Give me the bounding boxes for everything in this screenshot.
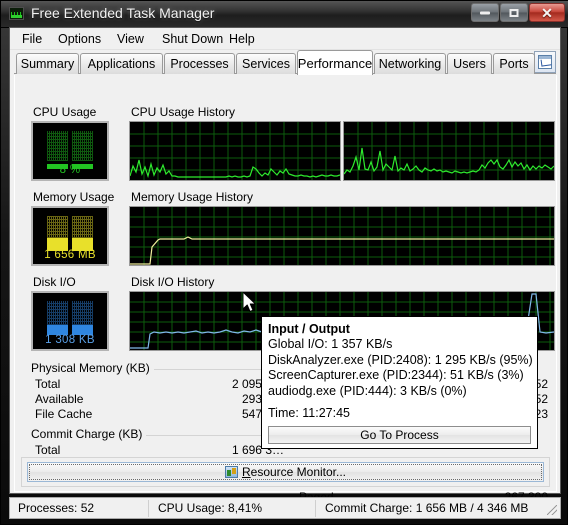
close-icon: ✕ (541, 4, 553, 21)
menu-options[interactable]: Options (54, 31, 105, 47)
tooltip-time: Time: 11:27:45 (268, 406, 350, 420)
memory-history-graph (129, 206, 555, 266)
tooltip-line-process-2: ScreenCapturer.exe (PID:2344): 51 KB/s (… (268, 368, 524, 382)
status-processes: Processes: 52 (18, 501, 95, 515)
tooltip-line-process-1: DiskAnalyzer.exe (PID:2408): 1 295 KB/s … (268, 352, 533, 367)
tab-summary[interactable]: Summary (16, 53, 79, 74)
title-bar: Free Extended Task Manager ✕ (1, 1, 568, 28)
physical-memory-row-available: Available 293 4… (31, 392, 286, 407)
status-bar: Processes: 52 CPU Usage: 8,41% Commit Ch… (9, 497, 561, 519)
tab-networking[interactable]: Networking (374, 53, 446, 74)
disk-io-value: 1 308 KB (45, 334, 95, 346)
memory-usage-gauge: 1 656 MB (31, 206, 109, 266)
window-controls: ✕ (470, 3, 565, 23)
memory-usage-label: Memory Usage (33, 190, 115, 204)
menu-view[interactable]: View (113, 31, 148, 47)
tab-services[interactable]: Services (236, 53, 296, 74)
resource-monitor-frame: Resource Monitor... (21, 457, 550, 487)
window-title: Free Extended Task Manager (31, 5, 215, 21)
disk-history-label: Disk I/O History (131, 275, 215, 289)
cpu-history-graph-0 (129, 121, 341, 181)
resource-monitor-accel: R (241, 465, 251, 479)
physical-memory-row-total: Total 2 095 5… (31, 377, 286, 392)
cpu-usage-gauge: 8 % (31, 121, 109, 181)
tab-ports[interactable]: Ports (493, 53, 535, 74)
minimize-button[interactable] (471, 3, 499, 22)
resource-monitor-label: esource Monitor... (250, 465, 347, 479)
task-manager-window: Free Extended Task Manager ✕ File Option… (0, 0, 568, 525)
cpu-history-label: CPU Usage History (131, 105, 236, 119)
tab-applications[interactable]: Applications (80, 53, 163, 74)
resource-monitor-icon (224, 466, 238, 478)
status-cpu-usage: CPU Usage: 8,41% (158, 501, 263, 515)
row-key: File Cache (35, 407, 93, 421)
cpu-usage-value: 8 % (59, 164, 81, 176)
disk-io-gauge: 1 308 KB (31, 291, 109, 351)
menu-shut-down[interactable]: Shut Down (158, 31, 227, 47)
close-button[interactable]: ✕ (529, 3, 565, 22)
memory-history-label: Memory Usage History (131, 190, 254, 204)
physical-memory-row-file-cache: File Cache 547 4… (31, 407, 286, 422)
resource-monitor-button[interactable]: Resource Monitor... (27, 462, 544, 482)
row-key: Total (35, 443, 61, 457)
memory-usage-value: 1 656 MB (44, 249, 96, 261)
menu-help[interactable]: Help (225, 31, 259, 47)
tooltip-title: Input / Output (268, 322, 350, 336)
tab-processes[interactable]: Processes (164, 53, 235, 74)
resize-grip[interactable] (547, 505, 557, 515)
menu-file[interactable]: File (18, 31, 46, 47)
row-key: Available (35, 392, 84, 406)
maximize-button[interactable] (500, 3, 528, 22)
tooltip-line-process-3: audiodg.exe (PID:444): 3 KB/s (0%) (268, 383, 467, 398)
commit-charge-title: Commit Charge (KB) (31, 427, 147, 441)
app-graph-icon (9, 7, 24, 20)
go-to-process-button[interactable]: Go To Process (268, 425, 531, 444)
tab-users[interactable]: Users (447, 53, 492, 74)
physical-memory-title: Physical Memory (KB) (31, 361, 154, 375)
status-commit-charge: Commit Charge: 1 656 MB / 4 346 MB (325, 501, 529, 515)
physical-memory-group: Physical Memory (KB) Total 2 095 5… Avai… (31, 361, 286, 421)
row-key: Total (35, 377, 61, 391)
tab-strip: Summary Applications Processes Services … (10, 50, 560, 75)
tab-performance[interactable]: Performance (297, 50, 373, 75)
disk-io-label: Disk I/O (33, 275, 76, 289)
commit-charge-row-total: Total 1 696 3… (31, 443, 286, 458)
tooltip-line-global: Global I/O: 1 357 KB/s (268, 337, 393, 351)
io-tooltip-popup: Input / Output Global I/O: 1 357 KB/s Di… (261, 316, 538, 449)
cpu-history-graph-1 (343, 121, 555, 181)
menu-bar: File Options View Shut Down Help (10, 28, 560, 50)
cpu-usage-label: CPU Usage (33, 105, 97, 119)
chart-window-icon[interactable] (534, 51, 556, 73)
